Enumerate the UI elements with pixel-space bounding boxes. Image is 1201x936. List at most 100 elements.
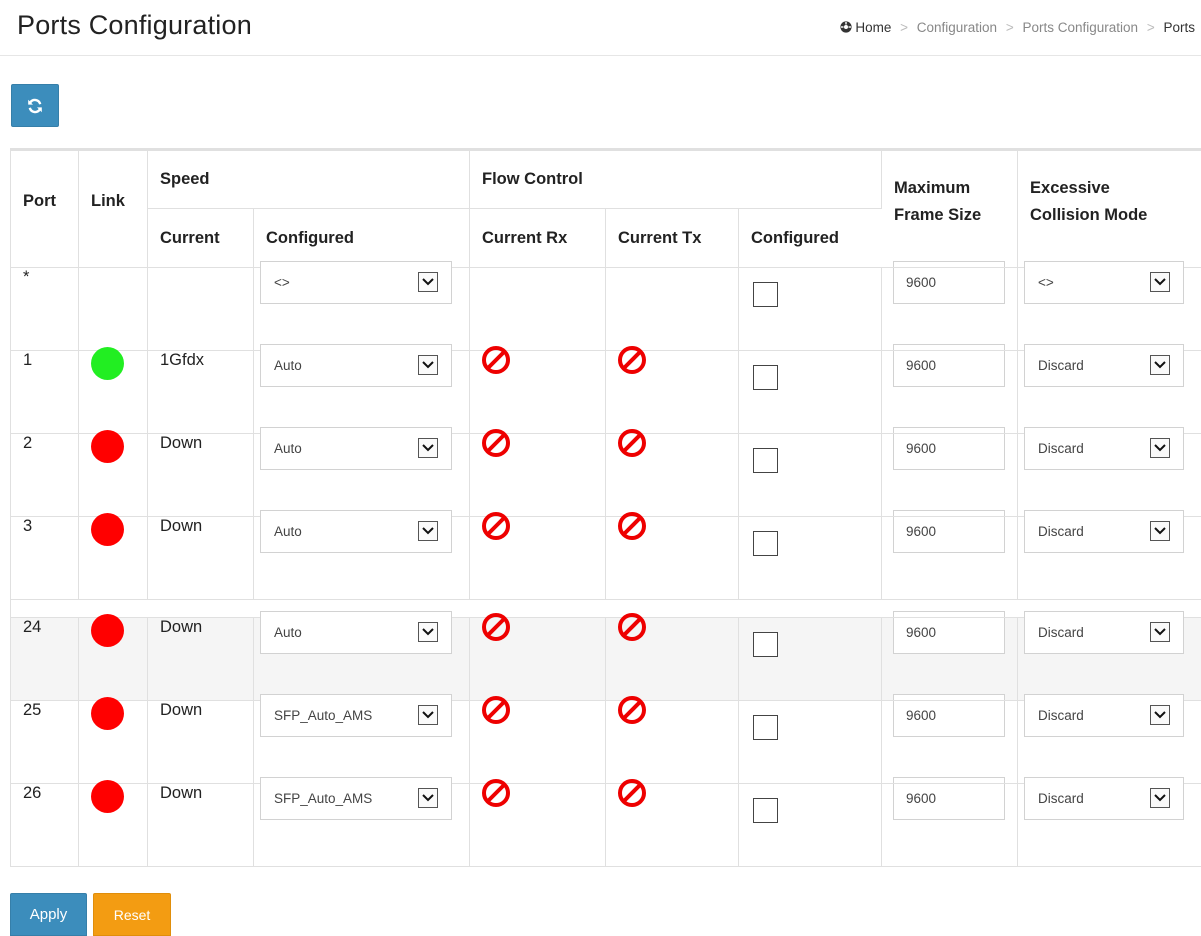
reset-button[interactable]: Reset [93, 893, 171, 936]
speed-select[interactable]: SFP_Auto_AMS [260, 777, 452, 820]
home-icon [840, 21, 852, 33]
breadcrumb-home[interactable]: Home [840, 20, 895, 35]
link-cell [78, 780, 148, 867]
row-gap [9, 599, 1201, 618]
speed-select[interactable]: <> [260, 261, 452, 304]
link-cell [78, 614, 148, 701]
link-cell [78, 430, 148, 517]
link-down-indicator [91, 614, 124, 647]
max-frame-input[interactable]: 9600 [893, 694, 1006, 737]
collision-mode-cell: Discard [1017, 427, 1201, 517]
collision-mode-value: Discard [1038, 625, 1084, 640]
link-cell [78, 347, 148, 434]
speed-select[interactable]: Auto [260, 427, 452, 470]
collision-mode-select[interactable]: Discard [1024, 510, 1185, 553]
max-frame-input[interactable]: 9600 [893, 427, 1006, 470]
fc-tx-cell [605, 779, 739, 867]
flow-control-checkbox[interactable] [753, 282, 778, 307]
flow-control-checkbox[interactable] [753, 715, 778, 740]
header-excessive-collision: Excessive Collision Mode [1017, 149, 1201, 268]
collision-mode-value: Discard [1038, 441, 1084, 456]
collision-mode-select[interactable]: Discard [1024, 694, 1185, 737]
flow-control-checkbox[interactable] [753, 365, 778, 390]
prohibited-icon [618, 346, 646, 374]
prohibited-icon [482, 346, 510, 374]
max-frame-input[interactable]: 9600 [893, 344, 1006, 387]
speed-configured-cell: SFP_Auto_AMS [253, 777, 470, 867]
prohibited-icon [618, 779, 646, 807]
max-frame-cell: 9600 [881, 344, 1019, 434]
fc-configured-cell [738, 516, 883, 600]
fc-rx-cell [469, 512, 606, 600]
speed-current-cell: 1Gfdx [147, 350, 254, 434]
link-up-indicator [91, 347, 124, 380]
speed-select-value: SFP_Auto_AMS [274, 708, 373, 723]
header-link: Link [78, 149, 148, 268]
fc-rx-cell [469, 267, 606, 351]
speed-select[interactable]: Auto [260, 510, 452, 553]
max-frame-input[interactable]: 9600 [893, 261, 1006, 304]
chevron-down-icon [1150, 521, 1171, 541]
fc-configured-cell [738, 433, 883, 517]
breadcrumb-ports-configuration[interactable]: Ports Configuration [1023, 20, 1139, 35]
speed-current-cell [147, 267, 254, 351]
fc-configured-cell [738, 700, 883, 784]
speed-select-value: Auto [274, 625, 302, 640]
fc-tx-cell [605, 696, 739, 784]
breadcrumb-separator: > [1005, 20, 1014, 35]
collision-mode-select[interactable]: Discard [1024, 427, 1185, 470]
speed-select-value: Auto [274, 524, 302, 539]
max-frame-cell: 9600 [881, 261, 1019, 351]
fc-tx-cell [605, 429, 739, 517]
chevron-down-icon [418, 622, 438, 642]
table-row: 2 Down Auto 9600 Discard [10, 427, 1201, 517]
fc-rx-cell [469, 429, 606, 517]
speed-select[interactable]: Auto [260, 611, 452, 654]
link-down-indicator [91, 430, 124, 463]
collision-mode-select[interactable]: Discard [1024, 777, 1185, 820]
flow-control-checkbox[interactable] [753, 531, 778, 556]
prohibited-icon [482, 696, 510, 724]
table-row-all: * <> 9600 <> [10, 261, 1201, 351]
header-port: Port [10, 149, 79, 268]
prohibited-icon [482, 429, 510, 457]
chevron-down-icon [418, 521, 438, 541]
speed-configured-cell: Auto [253, 510, 470, 600]
collision-mode-select[interactable]: <> [1024, 261, 1185, 304]
fc-configured-cell [738, 350, 883, 434]
max-frame-cell: 9600 [881, 611, 1019, 701]
refresh-button[interactable] [11, 84, 59, 127]
collision-mode-cell: <> [1017, 261, 1201, 351]
link-down-indicator [91, 780, 124, 813]
max-frame-input[interactable]: 9600 [893, 611, 1006, 654]
fc-rx-cell [469, 346, 606, 434]
collision-mode-select[interactable]: Discard [1024, 611, 1185, 654]
link-cell [78, 697, 148, 784]
max-frame-input[interactable]: 9600 [893, 777, 1006, 820]
chevron-down-icon [418, 355, 438, 375]
breadcrumb-separator: > [1146, 20, 1155, 35]
speed-configured-cell: Auto [253, 611, 470, 701]
collision-mode-cell: Discard [1017, 777, 1201, 867]
speed-select[interactable]: Auto [260, 344, 452, 387]
page-title: Ports Configuration [17, 10, 252, 40]
speed-current-value: Down [160, 618, 203, 636]
flow-control-checkbox[interactable] [753, 632, 778, 657]
apply-button[interactable]: Apply [10, 893, 87, 936]
breadcrumb-separator: > [900, 20, 908, 35]
table-row: 3 Down Auto 9600 Discard [10, 510, 1201, 600]
port-cell: 2 [10, 433, 79, 517]
header-speed-configured: Configured [253, 208, 470, 268]
flow-control-checkbox[interactable] [753, 448, 778, 473]
header-max-frame-line1: Maximum [894, 178, 971, 197]
prohibited-icon [482, 512, 510, 540]
fc-tx-cell [605, 613, 739, 701]
speed-select[interactable]: SFP_Auto_AMS [260, 694, 452, 737]
max-frame-input[interactable]: 9600 [893, 510, 1006, 553]
breadcrumb-configuration[interactable]: Configuration [917, 20, 997, 35]
collision-mode-value: <> [1038, 275, 1054, 290]
speed-current-value: Down [160, 701, 203, 719]
header-max-frame-line2: Frame Size [894, 205, 982, 224]
flow-control-checkbox[interactable] [753, 798, 778, 823]
collision-mode-select[interactable]: Discard [1024, 344, 1185, 387]
